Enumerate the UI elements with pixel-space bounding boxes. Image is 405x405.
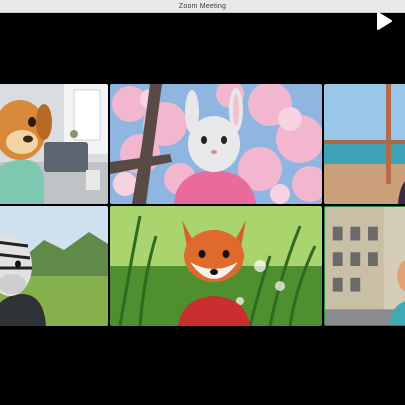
participant-tile-6[interactable]	[324, 206, 405, 326]
participant-tile-zebra[interactable]	[0, 206, 108, 326]
participant-tile-dog[interactable]	[0, 84, 108, 204]
dog-avatar-video	[0, 84, 108, 204]
fox-avatar-video	[110, 206, 322, 326]
participant-tile-3[interactable]	[324, 84, 405, 204]
zebra-avatar-video	[0, 206, 108, 326]
participant-tile-bunny[interactable]	[110, 84, 322, 204]
video-gallery	[0, 0, 405, 405]
bunny-avatar-video	[110, 84, 322, 204]
participant-6-video	[325, 207, 405, 325]
participant-tile-fox[interactable]	[110, 206, 322, 326]
participant-3-video	[324, 84, 405, 204]
